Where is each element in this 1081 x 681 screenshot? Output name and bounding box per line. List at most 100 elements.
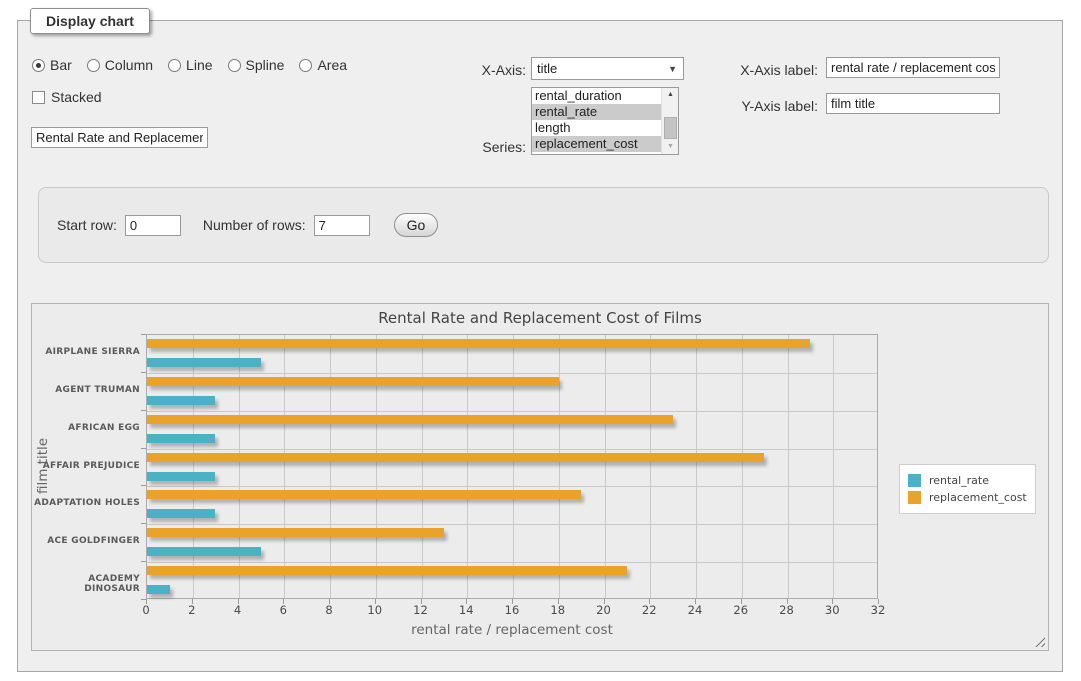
x-tick-label: 22	[629, 603, 669, 617]
radio-icon[interactable]	[299, 59, 312, 72]
chart-x-axis-title: rental rate / replacement cost	[146, 622, 878, 638]
chart-title: Rental Rate and Replacement Cost of Film…	[32, 309, 1048, 327]
legend-label: rental_rate	[929, 474, 989, 487]
bar-replacement_cost	[147, 528, 444, 537]
radio-icon[interactable]	[168, 59, 181, 72]
series-option-replacement_cost[interactable]: replacement_cost	[532, 136, 663, 152]
bar-rental_rate	[147, 547, 261, 556]
x-tick-label: 4	[218, 603, 258, 617]
radio-icon[interactable]	[32, 59, 45, 72]
gridline-vertical	[788, 335, 789, 598]
x-tick-label: 0	[126, 603, 166, 617]
radio-icon[interactable]	[87, 59, 100, 72]
stacked-label: Stacked	[51, 89, 102, 105]
bar-replacement_cost	[147, 377, 559, 386]
gridline-horizontal	[147, 524, 877, 525]
x-tick-label: 6	[263, 603, 303, 617]
gridline-vertical	[376, 335, 377, 598]
legend-entry: replacement_cost	[908, 490, 1027, 505]
x-tick-label: 32	[858, 603, 898, 617]
chart-type-bar[interactable]: Bar	[32, 57, 72, 73]
gridline-horizontal	[147, 486, 877, 487]
gridline-vertical	[422, 335, 423, 598]
chevron-down-icon: ▼	[668, 64, 677, 74]
bar-rental_rate	[147, 472, 215, 481]
series-option-rental_duration[interactable]: rental_duration	[532, 88, 663, 104]
x-tick-label: 26	[721, 603, 761, 617]
chart-type-line[interactable]: Line	[168, 57, 212, 73]
legend-swatch-rental_rate	[908, 474, 921, 487]
y-category-label: ADAPTATION HOLES	[34, 498, 140, 508]
y-category-label: AFRICAN EGG	[34, 423, 140, 433]
checkbox-icon[interactable]	[32, 91, 45, 104]
bar-replacement_cost	[147, 415, 673, 424]
bar-replacement_cost	[147, 490, 581, 499]
gridline-horizontal	[147, 562, 877, 563]
go-button[interactable]: Go	[394, 213, 439, 237]
gridline-vertical	[284, 335, 285, 598]
series-list-label: Series:	[448, 139, 526, 155]
gridline-vertical	[467, 335, 468, 598]
chart-type-radios: Bar Column Line Spline Area	[32, 57, 347, 73]
chart-container: Rental Rate and Replacement Cost of Film…	[31, 303, 1049, 651]
x-tick-label: 8	[309, 603, 349, 617]
stacked-checkbox[interactable]: Stacked	[32, 89, 102, 105]
series-option-length[interactable]: length	[532, 120, 663, 136]
chart-type-column[interactable]: Column	[87, 57, 153, 73]
chart-type-spline[interactable]: Spline	[228, 57, 285, 73]
start-row-input[interactable]	[125, 215, 181, 236]
gridline-vertical	[513, 335, 514, 598]
y-tick-mark	[141, 523, 146, 524]
chart-legend: rental_rate replacement_cost	[899, 464, 1036, 514]
series-listbox[interactable]: rental_durationrental_ratelengthreplacem…	[531, 87, 679, 155]
radio-label: Spline	[246, 57, 285, 73]
chart-type-area[interactable]: Area	[299, 57, 347, 73]
resize-handle-icon[interactable]	[1033, 635, 1045, 647]
gridline-vertical	[696, 335, 697, 598]
bar-replacement_cost	[147, 566, 627, 575]
x-axis-select[interactable]: title ▼	[531, 57, 684, 80]
listbox-scrollbar[interactable]: ▲ ▼	[661, 88, 678, 154]
x-tick-label: 24	[675, 603, 715, 617]
chart-title-input[interactable]	[31, 127, 208, 148]
x-tick-label: 18	[538, 603, 578, 617]
series-option-rental_rate[interactable]: rental_rate	[532, 104, 663, 120]
x-tick-label: 2	[172, 603, 212, 617]
gridline-vertical	[833, 335, 834, 598]
x-tick-label: 30	[812, 603, 852, 617]
x-axis-selected-value: title	[537, 61, 557, 76]
x-tick-label: 12	[401, 603, 441, 617]
num-rows-label: Number of rows:	[203, 217, 306, 233]
radio-label: Column	[105, 57, 153, 73]
y-tick-mark	[141, 372, 146, 373]
scroll-down-icon[interactable]: ▼	[662, 140, 679, 154]
gridline-vertical	[330, 335, 331, 598]
num-rows-input[interactable]	[314, 215, 370, 236]
x-tick-label: 10	[355, 603, 395, 617]
bar-replacement_cost	[147, 339, 810, 348]
radio-icon[interactable]	[228, 59, 241, 72]
scroll-up-icon[interactable]: ▲	[662, 88, 679, 102]
bar-rental_rate	[147, 509, 215, 518]
gridline-vertical	[559, 335, 560, 598]
y-category-label: AGENT TRUMAN	[34, 385, 140, 395]
y-tick-mark	[141, 561, 146, 562]
y-tick-mark	[141, 448, 146, 449]
y-axis-label-input[interactable]	[826, 93, 1000, 114]
x-tick-label: 20	[584, 603, 624, 617]
y-tick-mark	[141, 410, 146, 411]
radio-label: Line	[186, 57, 212, 73]
legend-swatch-replacement_cost	[908, 491, 921, 504]
y-tick-mark	[141, 334, 146, 335]
x-axis-label-input[interactable]	[826, 57, 1000, 78]
x-tick-label: 16	[492, 603, 532, 617]
x-tick-label: 14	[446, 603, 486, 617]
start-row-label: Start row:	[57, 217, 117, 233]
scrollbar-thumb[interactable]	[664, 117, 677, 139]
chart-y-axis-title: film title	[35, 438, 51, 494]
bar-rental_rate	[147, 585, 170, 594]
bar-rental_rate	[147, 434, 215, 443]
gridline-vertical	[239, 335, 240, 598]
legend-label: replacement_cost	[929, 491, 1027, 504]
panel-legend: Display chart	[30, 8, 150, 34]
